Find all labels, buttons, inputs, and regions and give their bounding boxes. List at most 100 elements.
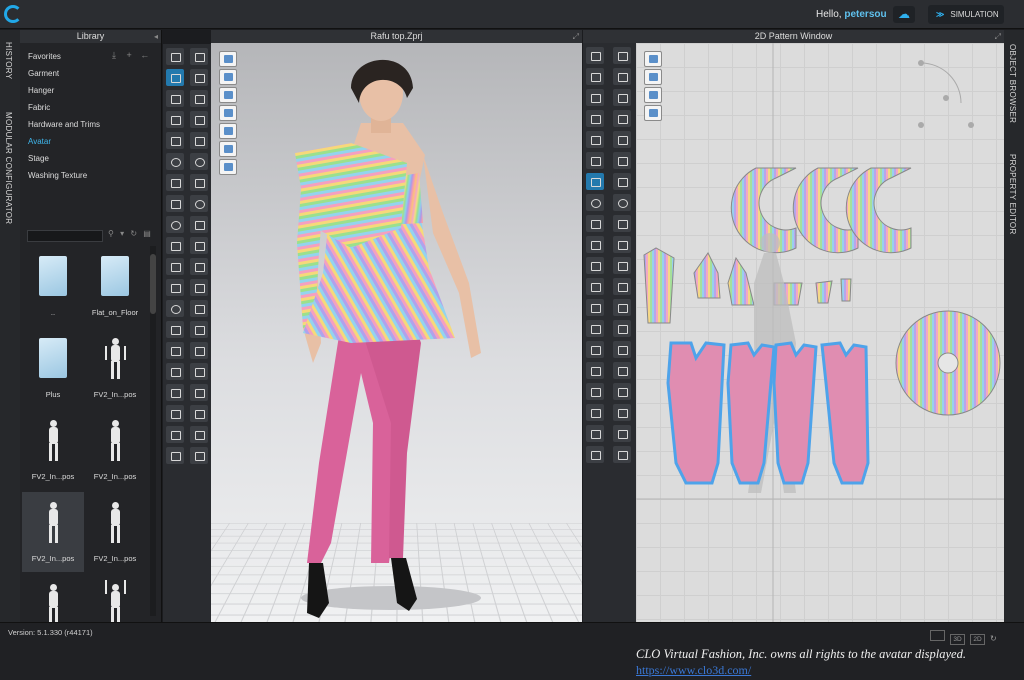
- tab-object-browser[interactable]: OBJECT BROWSER: [1008, 44, 1017, 123]
- thumb-avatar-7[interactable]: [84, 574, 146, 625]
- fabric-pattern-icon[interactable]: [613, 152, 631, 169]
- library-item-stage[interactable]: Stage: [28, 150, 161, 167]
- refresh-icon[interactable]: ↻: [990, 634, 997, 643]
- scale-tool-icon[interactable]: [190, 426, 208, 443]
- layout-icon[interactable]: [644, 105, 662, 121]
- wave-icon[interactable]: [613, 299, 631, 316]
- add-icon[interactable]: +: [127, 50, 132, 60]
- tab-modular-configurator[interactable]: MODULAR CONFIGURATOR: [4, 112, 13, 224]
- fabric-display-icon[interactable]: [219, 105, 237, 121]
- add-point-icon[interactable]: [613, 47, 631, 64]
- expand-tools-icon[interactable]: [190, 447, 208, 464]
- view-toggle-icon[interactable]: ▤: [143, 229, 153, 238]
- avatar-toggle-icon[interactable]: [219, 87, 237, 103]
- seam-tool-icon[interactable]: [190, 363, 208, 380]
- line-tool-icon[interactable]: [190, 216, 208, 233]
- thumb-avatar-1[interactable]: FV2_In...pos: [84, 328, 146, 408]
- grading-icon[interactable]: [613, 362, 631, 379]
- sewing-display-icon[interactable]: [644, 69, 662, 85]
- edit-point-icon[interactable]: [586, 68, 604, 85]
- search-icon[interactable]: ⚲: [108, 229, 116, 238]
- tab-history[interactable]: HISTORY: [4, 42, 13, 79]
- pose-tool-icon[interactable]: [190, 69, 208, 86]
- back-icon[interactable]: ←: [140, 50, 149, 60]
- topstitch-tool-icon[interactable]: [166, 258, 184, 275]
- zigzag-icon[interactable]: [613, 257, 631, 274]
- layer-tool-icon[interactable]: [190, 300, 208, 317]
- pin-tool-icon[interactable]: [166, 48, 184, 65]
- 3d-viewport[interactable]: [211, 43, 582, 622]
- tack-tool-icon[interactable]: [190, 384, 208, 401]
- select-move-tool-icon[interactable]: [166, 69, 184, 86]
- garment-display-icon[interactable]: [219, 69, 237, 85]
- view-mode-3d[interactable]: 3D: [950, 634, 965, 645]
- library-item-washing-texture[interactable]: Washing Texture: [28, 167, 161, 184]
- info-icon[interactable]: [644, 87, 662, 103]
- library-item-avatar[interactable]: Avatar: [28, 133, 161, 150]
- avatar-display-icon[interactable]: [219, 51, 237, 67]
- cloud-sync-button[interactable]: ☁: [893, 6, 915, 23]
- fold-arrange-icon[interactable]: [586, 299, 604, 316]
- thumb-avatar-2[interactable]: FV2_In...pos: [22, 410, 84, 490]
- stitch-2d-icon[interactable]: [613, 278, 631, 295]
- grid-tool-icon[interactable]: [190, 258, 208, 275]
- stitch-tool-icon[interactable]: [190, 342, 208, 359]
- texture-tool-icon[interactable]: [190, 153, 208, 170]
- username[interactable]: petersou: [844, 9, 886, 20]
- slash-spread-icon[interactable]: [613, 110, 631, 127]
- offset-icon[interactable]: [613, 236, 631, 253]
- thumb-plus[interactable]: Plus: [22, 328, 84, 408]
- dropdown-icon[interactable]: ▾: [120, 229, 126, 238]
- transform-pattern-icon[interactable]: [586, 47, 604, 64]
- library-scrollbar[interactable]: [150, 246, 156, 616]
- button-tool-icon[interactable]: [166, 216, 184, 233]
- library-item-hanger[interactable]: Hanger: [28, 82, 161, 99]
- skin-display-icon[interactable]: [219, 141, 237, 157]
- library-item-garment[interactable]: Garment: [28, 65, 161, 82]
- more-tools-icon[interactable]: [166, 447, 184, 464]
- mesh-display-icon[interactable]: [219, 123, 237, 139]
- seamline-icon[interactable]: [586, 383, 604, 400]
- pattern-display-icon[interactable]: [644, 51, 662, 67]
- notch-icon[interactable]: [586, 236, 604, 253]
- shirring-tool-icon[interactable]: [166, 426, 184, 443]
- measure-tool-icon[interactable]: [166, 195, 184, 212]
- view-mode-2d[interactable]: 2D: [970, 634, 985, 645]
- iron-icon[interactable]: [613, 131, 631, 148]
- gravity-tool-icon[interactable]: [166, 405, 184, 422]
- transform-tool-icon[interactable]: [166, 111, 184, 128]
- polygon-icon[interactable]: [586, 110, 604, 127]
- thumb-avatar-5[interactable]: FV2_In...pos: [84, 492, 146, 572]
- grain-icon[interactable]: [613, 194, 631, 211]
- 2d-pattern-canvas[interactable]: [636, 43, 1004, 622]
- avatar-measure-tool-icon[interactable]: [166, 384, 184, 401]
- pleat-icon[interactable]: [586, 404, 604, 421]
- maximize-icon[interactable]: ⤢: [995, 30, 1001, 43]
- free-sewing-icon[interactable]: [586, 278, 604, 295]
- hide-tool-icon[interactable]: [190, 279, 208, 296]
- thumb-avatar-6[interactable]: [22, 574, 84, 625]
- thumb-parent-folder[interactable]: ..: [22, 246, 84, 326]
- download-icon[interactable]: ⤓: [112, 50, 116, 60]
- buttonhole-tool-icon[interactable]: [166, 237, 184, 254]
- gather-icon[interactable]: [586, 425, 604, 442]
- fabric-tool-icon[interactable]: [190, 321, 208, 338]
- snap-tool-icon[interactable]: [190, 195, 208, 212]
- symmetry-icon[interactable]: [613, 383, 631, 400]
- scrollbar-thumb[interactable]: [150, 254, 156, 314]
- arrange-tool-icon[interactable]: [166, 153, 184, 170]
- select-mesh-tool-icon[interactable]: [166, 90, 184, 107]
- flatten-tool-icon[interactable]: [190, 132, 208, 149]
- fitting-tool-icon[interactable]: [166, 363, 184, 380]
- library-search-input[interactable]: [27, 230, 103, 242]
- graphic-2d-icon[interactable]: [613, 215, 631, 232]
- pin-avatar-tool-icon[interactable]: [190, 90, 208, 107]
- maximize-icon[interactable]: ⤢: [573, 30, 579, 43]
- lock-tool-icon[interactable]: [190, 237, 208, 254]
- pin-2d-icon[interactable]: [613, 404, 631, 421]
- rotate-tool-icon[interactable]: [190, 405, 208, 422]
- library-item-fabric[interactable]: Fabric: [28, 99, 161, 116]
- thumb-avatar-3[interactable]: FV2_In...pos: [84, 410, 146, 490]
- internal-polygon-icon[interactable]: [586, 152, 604, 169]
- globe-display-icon[interactable]: [219, 159, 237, 175]
